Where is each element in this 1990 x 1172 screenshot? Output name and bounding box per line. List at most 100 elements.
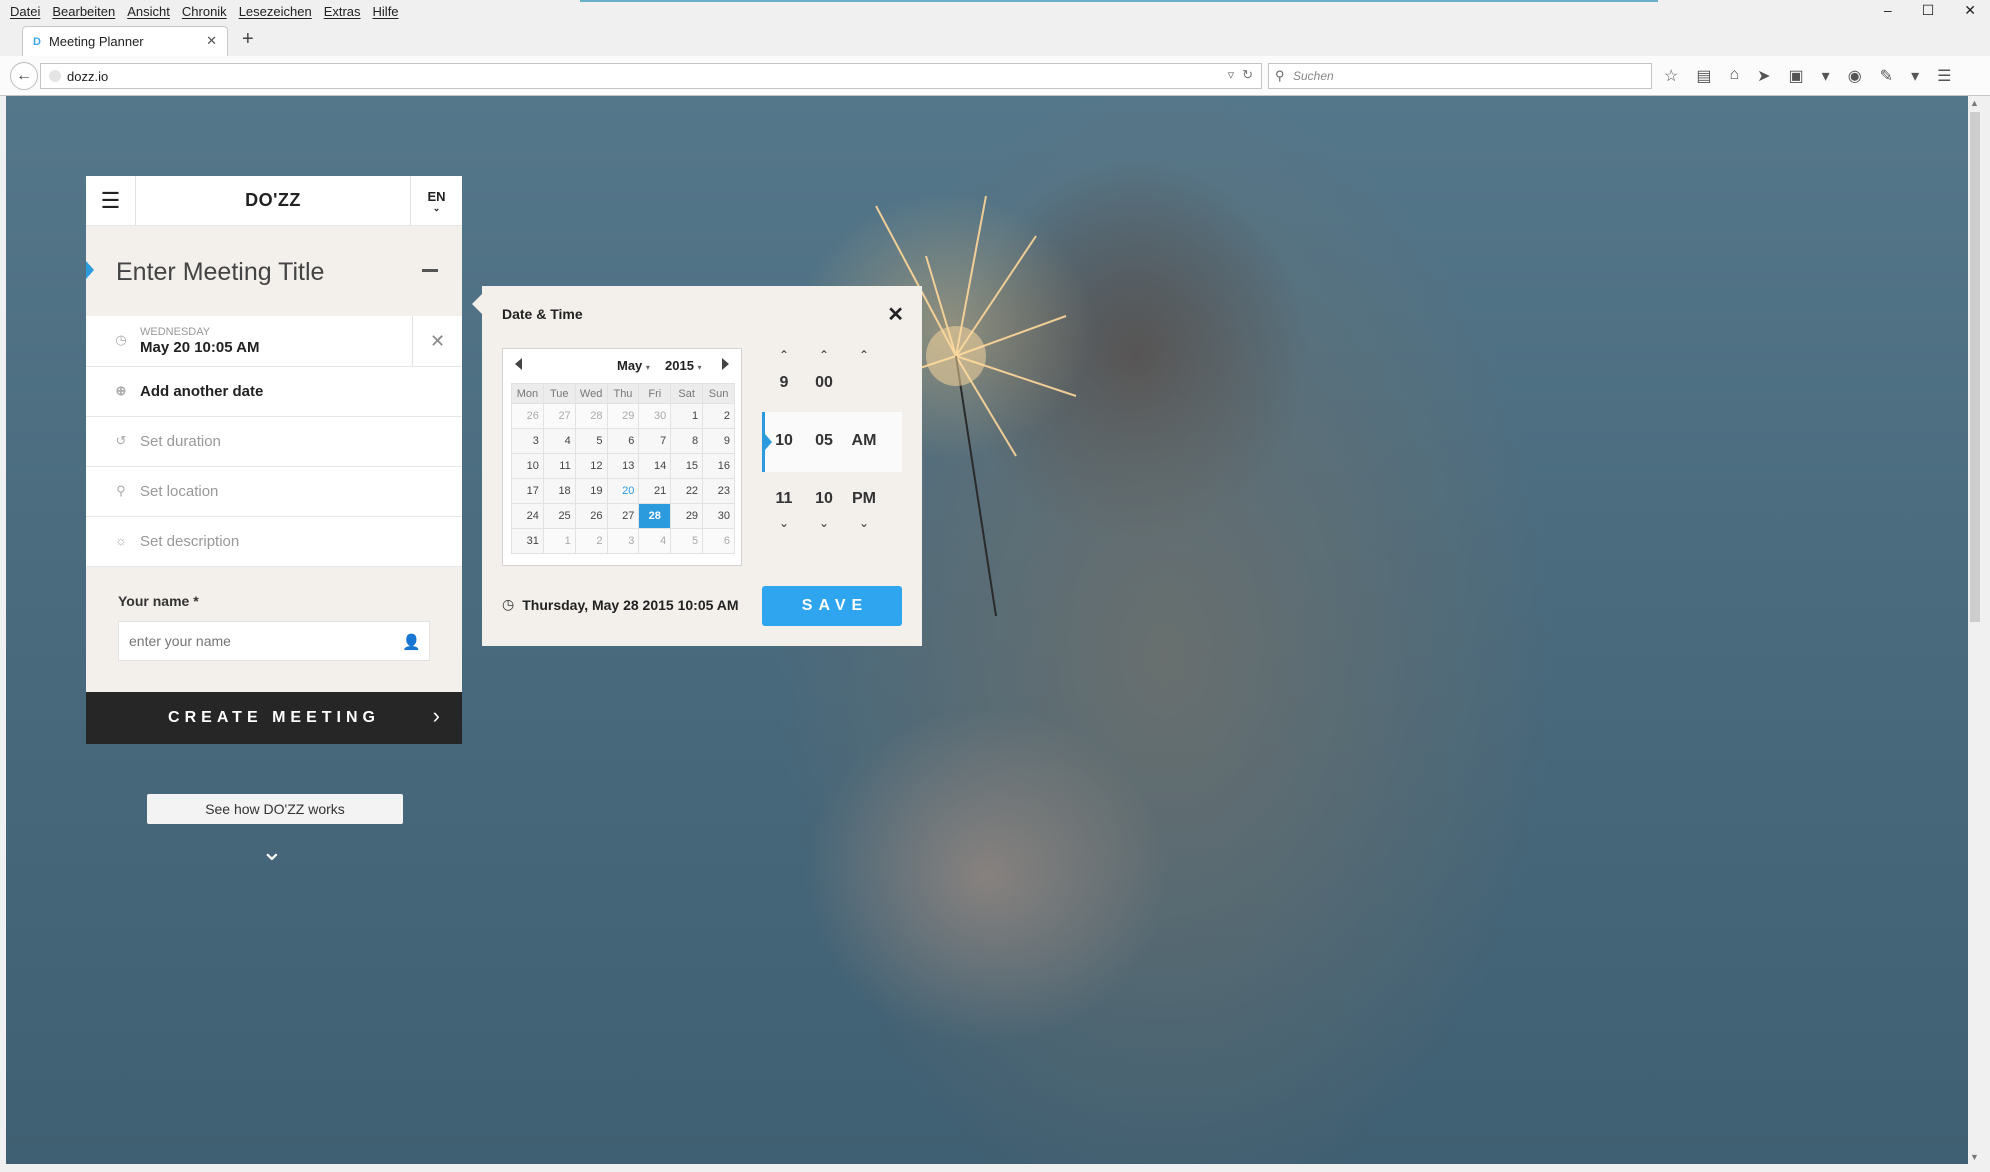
calendar-day[interactable]: 23 <box>702 478 735 504</box>
addon-dropdown-icon[interactable]: ▾ <box>1822 66 1830 86</box>
calendar-day[interactable]: 22 <box>670 478 704 504</box>
calendar-day[interactable]: 17 <box>511 478 544 504</box>
calendar-day[interactable]: 6 <box>606 428 640 454</box>
calendar-day[interactable]: 5 <box>670 528 704 554</box>
minute-down-icon[interactable]: ⌄ <box>804 516 844 530</box>
remove-date-button[interactable]: ✕ <box>412 316 462 366</box>
minute-next[interactable]: 10 <box>804 490 844 508</box>
calendar-day[interactable]: 9 <box>702 428 735 454</box>
set-duration-row[interactable]: ↺ Set duration <box>86 417 462 467</box>
calendar-day[interactable]: 4 <box>542 428 576 454</box>
calendar-day[interactable]: 27 <box>542 403 576 429</box>
ampm-value[interactable]: AM <box>844 432 884 450</box>
calendar-day[interactable]: 19 <box>574 478 608 504</box>
calendar-day-selected[interactable]: 28 <box>638 503 672 529</box>
name-input[interactable] <box>118 621 430 661</box>
calendar-day[interactable]: 3 <box>511 428 544 454</box>
menu-lesezeichen[interactable]: Lesezeichen <box>239 4 312 19</box>
year-select[interactable]: 2015 ▾ <box>665 358 702 373</box>
see-how-button[interactable]: See how DO'ZZ works <box>147 794 403 824</box>
next-month-icon[interactable] <box>722 358 729 370</box>
tab-meeting-planner[interactable]: D Meeting Planner ✕ <box>22 26 228 56</box>
scroll-down-icon[interactable]: ▼ <box>1970 1152 1979 1162</box>
reading-list-icon[interactable]: ▤ <box>1696 66 1711 86</box>
language-selector[interactable]: EN ⌄ <box>410 176 462 225</box>
selected-date-row[interactable]: ◷ WEDNESDAY May 20 10:05 AM ✕ <box>86 316 462 367</box>
meeting-title-input[interactable]: Enter Meeting Title <box>116 258 324 287</box>
tab-close-icon[interactable]: ✕ <box>206 33 217 49</box>
calendar-day[interactable]: 14 <box>638 453 672 479</box>
back-button[interactable]: ← <box>10 62 38 90</box>
save-button[interactable]: SAVE <box>762 586 902 626</box>
calendar-day[interactable]: 16 <box>702 453 735 479</box>
calendar-day[interactable]: 21 <box>638 478 672 504</box>
calendar-day[interactable]: 13 <box>606 453 640 479</box>
hamburger-menu-icon[interactable]: ☰ <box>1937 66 1951 86</box>
extension-dropdown-icon[interactable]: ▾ <box>1911 66 1919 86</box>
hour-value[interactable]: 10 <box>764 432 804 450</box>
reload-icon[interactable]: ↻ <box>1242 67 1253 83</box>
site-identity-icon[interactable] <box>49 70 61 82</box>
add-date-row[interactable]: ⊕ Add another date <box>86 367 462 417</box>
hour-next[interactable]: 11 <box>764 490 804 508</box>
new-tab-icon[interactable]: + <box>242 28 254 51</box>
menu-icon[interactable]: ☰ <box>86 176 136 225</box>
calendar-day[interactable]: 30 <box>638 403 672 429</box>
ampm-down-icon[interactable]: ⌄ <box>844 516 884 530</box>
calendar-day[interactable]: 8 <box>670 428 704 454</box>
close-window-icon[interactable]: ✕ <box>1964 2 1976 19</box>
calendar-day[interactable]: 31 <box>511 528 544 554</box>
menu-bearbeiten[interactable]: Bearbeiten <box>52 4 115 19</box>
meeting-title-row[interactable]: Enter Meeting Title <box>86 226 462 316</box>
extension-icon[interactable]: ✎ <box>1880 66 1893 86</box>
menu-datei[interactable]: Datei <box>10 4 40 19</box>
scroll-up-icon[interactable]: ▲ <box>1970 98 1979 108</box>
page-scrollbar[interactable]: ▲ ▼ <box>1968 96 1982 1164</box>
history-dropdown-icon[interactable]: ▿ <box>1228 67 1235 83</box>
minute-prev[interactable]: 00 <box>804 374 844 392</box>
calendar-day[interactable]: 1 <box>542 528 576 554</box>
calendar-day[interactable]: 30 <box>702 503 735 529</box>
dozz-logo[interactable]: DO'ZZ <box>136 176 410 225</box>
hour-up-icon[interactable]: ⌃ <box>764 348 804 362</box>
ampm-up-icon[interactable]: ⌃ <box>844 348 884 362</box>
maximize-icon[interactable]: ☐ <box>1922 2 1935 19</box>
calendar-day[interactable]: 24 <box>511 503 544 529</box>
menu-extras[interactable]: Extras <box>324 4 361 19</box>
calendar-day[interactable]: 2 <box>574 528 608 554</box>
menu-hilfe[interactable]: Hilfe <box>373 4 399 19</box>
calendar-day[interactable]: 12 <box>574 453 608 479</box>
minimize-icon[interactable]: – <box>1884 2 1892 19</box>
create-meeting-button[interactable]: CREATE MEETING › <box>86 692 462 744</box>
calendar-day[interactable]: 4 <box>638 528 672 554</box>
addon-icon[interactable]: ▣ <box>1789 66 1804 86</box>
url-bar[interactable]: dozz.io ▿ ↻ <box>40 63 1262 89</box>
ampm-next[interactable]: PM <box>844 490 884 508</box>
calendar-day[interactable]: 15 <box>670 453 704 479</box>
calendar-day[interactable]: 10 <box>511 453 544 479</box>
bookmark-star-icon[interactable]: ☆ <box>1664 66 1678 86</box>
close-icon[interactable]: ✕ <box>887 302 904 327</box>
home-icon[interactable]: ⌂ <box>1729 66 1739 86</box>
calendar-day[interactable]: 2 <box>702 403 735 429</box>
scroll-down-chevron-icon[interactable]: ⌄ <box>261 836 283 867</box>
set-description-row[interactable]: ☼ Set description <box>86 517 462 567</box>
collapse-icon[interactable] <box>422 269 438 272</box>
calendar-day[interactable]: 5 <box>574 428 608 454</box>
menu-chronik[interactable]: Chronik <box>182 4 227 19</box>
month-select[interactable]: May ▾ <box>617 358 650 373</box>
calendar-day[interactable]: 27 <box>606 503 640 529</box>
menu-ansicht[interactable]: Ansicht <box>127 4 170 19</box>
minute-up-icon[interactable]: ⌃ <box>804 348 844 362</box>
calendar-day[interactable]: 1 <box>670 403 704 429</box>
hour-prev[interactable]: 9 <box>764 374 804 392</box>
search-bar[interactable]: ⚲ Suchen <box>1268 63 1652 89</box>
minute-value[interactable]: 05 <box>804 432 844 450</box>
hour-down-icon[interactable]: ⌄ <box>764 516 804 530</box>
calendar-day[interactable]: 7 <box>638 428 672 454</box>
calendar-day-today[interactable]: 20 <box>606 478 640 504</box>
chat-icon[interactable]: ◉ <box>1848 66 1862 86</box>
calendar-day[interactable]: 26 <box>574 503 608 529</box>
send-icon[interactable]: ➤ <box>1757 66 1770 86</box>
calendar-day[interactable]: 18 <box>542 478 576 504</box>
